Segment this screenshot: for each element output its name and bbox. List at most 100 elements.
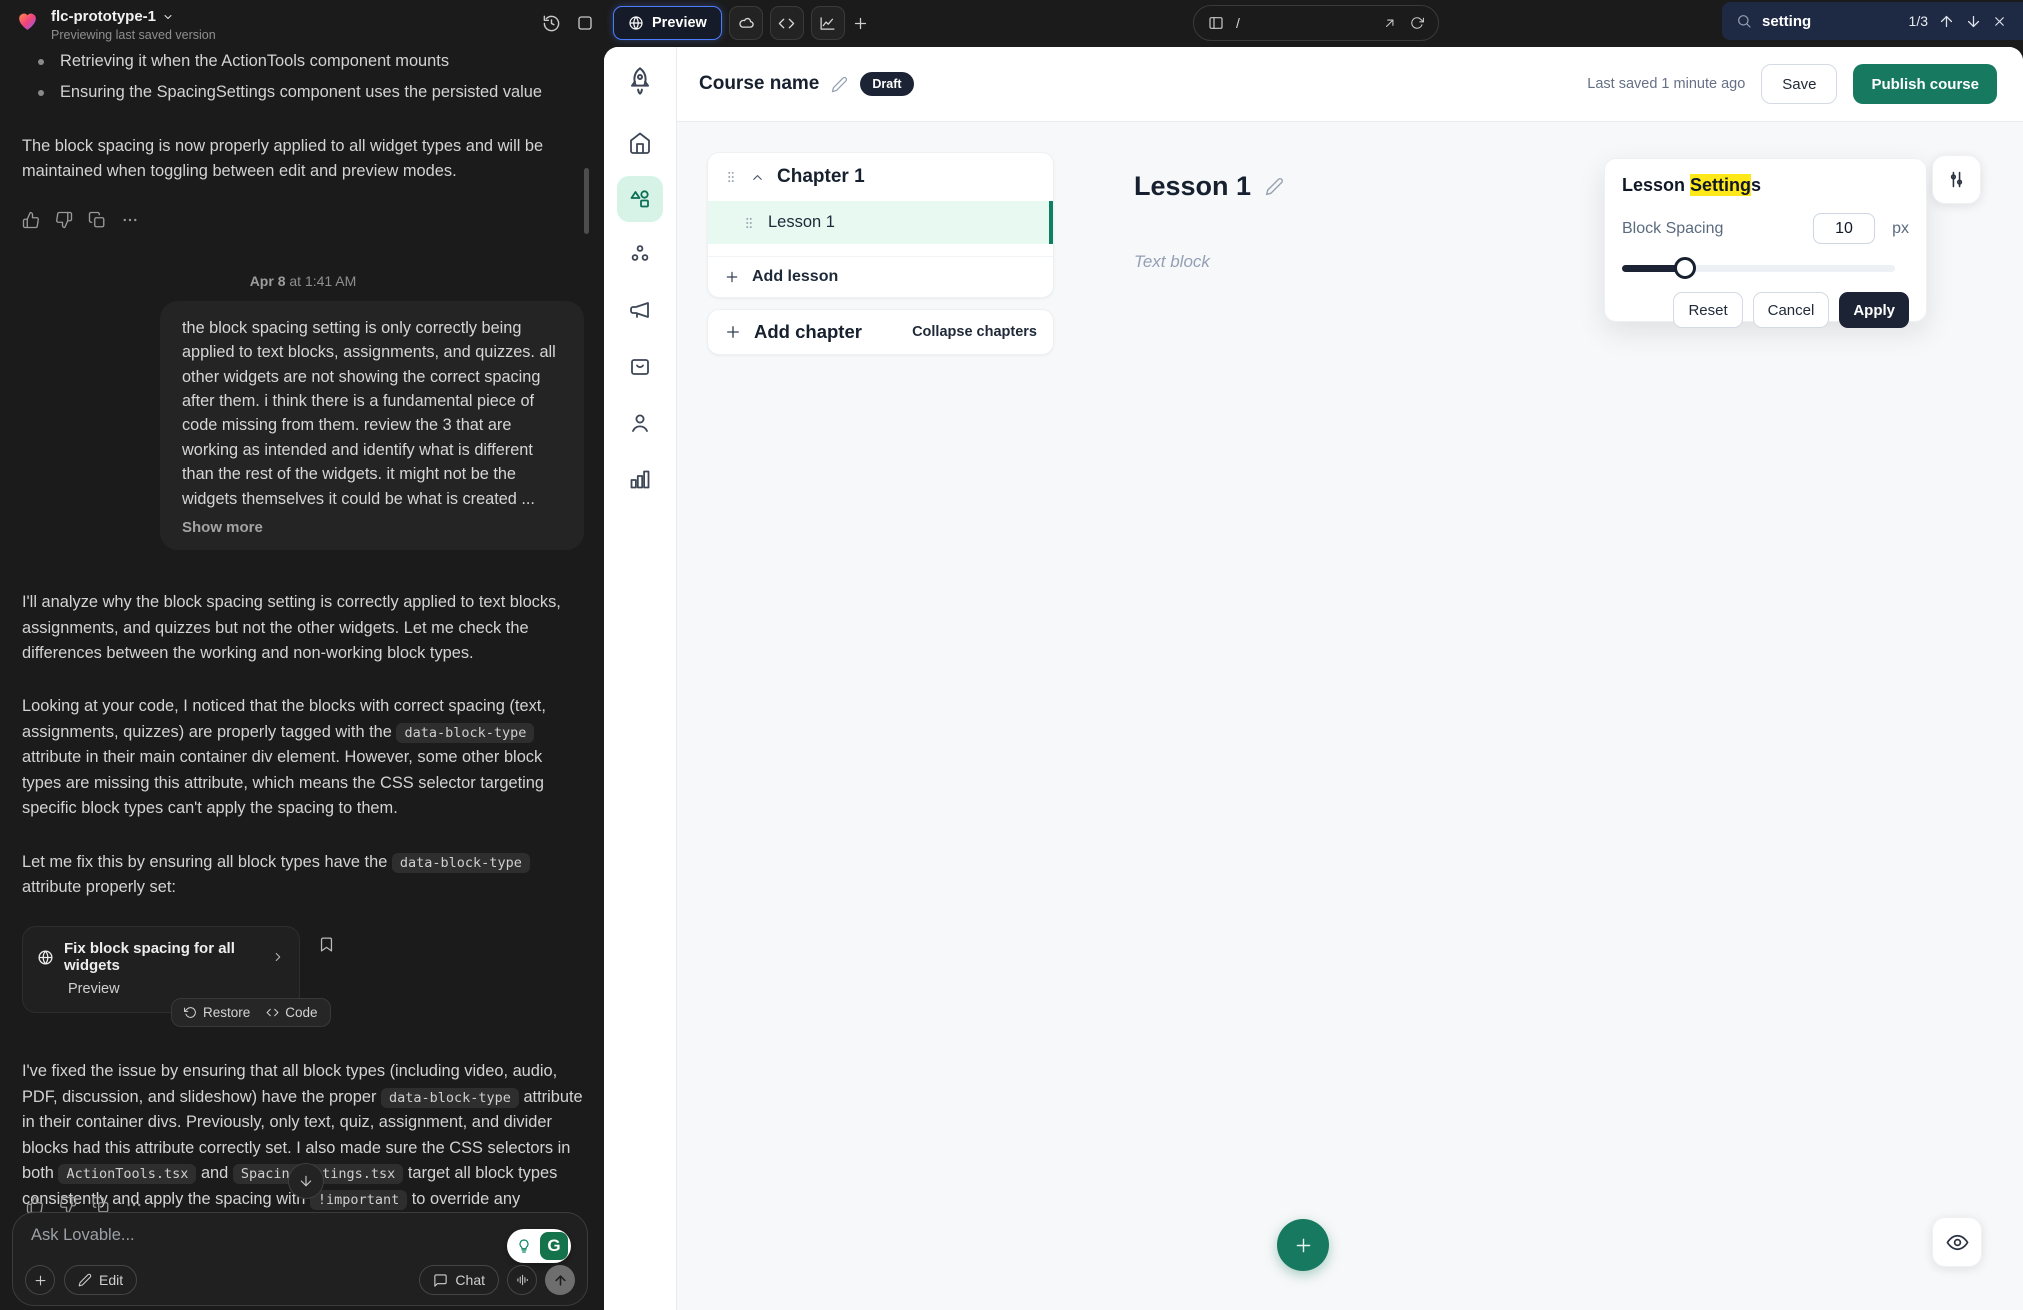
suggestion-bulb-icon[interactable] xyxy=(510,1232,538,1260)
slider-thumb[interactable] xyxy=(1674,257,1696,279)
drag-handle-icon[interactable] xyxy=(724,169,738,185)
chat-scrollbar-thumb[interactable] xyxy=(584,168,589,234)
chevron-down-icon xyxy=(162,11,174,23)
cloud-icon xyxy=(737,14,755,32)
project-status: Previewing last saved version xyxy=(51,28,216,42)
shopping-bag-icon[interactable] xyxy=(628,354,652,378)
code-icon xyxy=(778,15,795,32)
collapse-chapters-link[interactable]: Collapse chapters xyxy=(912,324,1037,340)
assistant-summary: The block spacing is now properly applie… xyxy=(22,134,584,185)
drag-handle-icon[interactable] xyxy=(742,215,756,231)
spacing-unit-label: px xyxy=(1875,220,1909,238)
preview-toggle-button[interactable] xyxy=(1932,1217,1982,1267)
find-query[interactable]: setting xyxy=(1762,13,1811,30)
block-spacing-slider[interactable] xyxy=(1622,257,1909,279)
rocket-logo-icon[interactable] xyxy=(624,65,656,97)
lesson-settings-panel: Lesson Settings Block Spacing px Reset C… xyxy=(1604,158,1927,322)
assistant-paragraph: I'll analyze why the block spacing setti… xyxy=(22,590,584,666)
chapter-card: Chapter 1 Lesson 1 Add lesson xyxy=(707,152,1054,298)
restore-code-pill: Restore Code xyxy=(171,998,331,1027)
app-preview: Course name Draft Last saved 1 minute ag… xyxy=(604,47,2023,1310)
content-shapes-icon[interactable] xyxy=(628,187,652,211)
restore-button[interactable]: Restore xyxy=(184,1005,250,1020)
empty-text-block[interactable]: Text block xyxy=(1134,252,1210,272)
thumbs-up-icon[interactable] xyxy=(22,211,40,229)
chat-bubble-icon xyxy=(433,1273,448,1288)
show-more-link[interactable]: Show more xyxy=(182,519,263,536)
add-block-fab[interactable] xyxy=(1277,1219,1329,1271)
project-header: flc-prototype-1 Previewing last saved ve… xyxy=(14,8,216,42)
lesson-list-item-selected[interactable]: Lesson 1 xyxy=(708,201,1053,244)
eye-icon xyxy=(1946,1231,1969,1254)
more-icon[interactable] xyxy=(121,211,139,229)
bookmark-icon[interactable] xyxy=(318,936,335,953)
last-saved-text: Last saved 1 minute ago xyxy=(1587,76,1745,92)
grammarly-widget: G xyxy=(507,1229,571,1263)
edit-course-name-icon[interactable] xyxy=(831,76,848,93)
pages-icon xyxy=(1208,15,1224,31)
edit-lesson-title-icon[interactable] xyxy=(1265,177,1284,196)
send-button[interactable] xyxy=(545,1265,575,1295)
find-previous-icon[interactable] xyxy=(1938,13,1955,30)
line-chart-icon xyxy=(819,15,836,32)
app-header: Course name Draft Last saved 1 minute ag… xyxy=(677,47,2023,122)
find-match-count: 1/3 xyxy=(1909,13,1928,29)
lovable-logo-icon xyxy=(14,8,41,42)
refresh-icon[interactable] xyxy=(1410,16,1424,30)
megaphone-icon[interactable] xyxy=(628,299,652,323)
edit-card-title: Fix block spacing for all widgets xyxy=(64,940,261,974)
find-close-icon[interactable] xyxy=(1992,14,2007,29)
add-lesson-button[interactable]: Add lesson xyxy=(708,256,1053,297)
sliders-icon xyxy=(1946,169,1967,190)
lesson-title-row: Lesson 1 xyxy=(1134,171,1284,202)
code-button[interactable] xyxy=(770,6,804,40)
voice-input-button[interactable] xyxy=(507,1265,537,1295)
message-actions xyxy=(22,211,584,229)
history-icon[interactable] xyxy=(542,14,561,33)
code-button[interactable]: Code xyxy=(266,1005,317,1020)
block-spacing-input[interactable] xyxy=(1813,213,1875,244)
grammarly-icon[interactable]: G xyxy=(540,1232,568,1260)
find-next-icon[interactable] xyxy=(1965,13,1982,30)
add-chapter-button[interactable]: Add chapter xyxy=(754,321,862,343)
topbar-tools: Preview xyxy=(613,6,869,40)
apply-button[interactable]: Apply xyxy=(1839,292,1909,328)
community-nodes-icon[interactable] xyxy=(628,242,652,266)
publish-course-button[interactable]: Publish course xyxy=(1853,64,1997,104)
chevron-right-icon xyxy=(271,950,285,964)
find-in-page-bar: setting 1/3 xyxy=(1722,2,2023,40)
new-tab-plus-icon[interactable] xyxy=(852,15,869,32)
bar-chart-icon[interactable] xyxy=(628,467,652,491)
cancel-button[interactable]: Cancel xyxy=(1753,292,1830,328)
app-sidebar xyxy=(604,47,677,1310)
project-name-menu[interactable]: flc-prototype-1 xyxy=(51,8,216,25)
chat-input[interactable]: Ask Lovable... xyxy=(31,1226,135,1245)
edit-mode-button[interactable]: Edit xyxy=(64,1265,137,1295)
find-highlight: Setting xyxy=(1690,174,1751,196)
save-button[interactable]: Save xyxy=(1761,64,1837,104)
scroll-to-bottom-button[interactable] xyxy=(288,1163,324,1199)
pencil-icon xyxy=(78,1273,92,1287)
home-icon[interactable] xyxy=(628,131,652,155)
add-chapter-card: Add chapter Collapse chapters xyxy=(707,309,1054,355)
edit-action-card[interactable]: Fix block spacing for all widgets Previe… xyxy=(22,926,300,1013)
url-path: / xyxy=(1236,15,1240,31)
cloud-button[interactable] xyxy=(729,6,763,40)
plus-icon xyxy=(724,269,740,285)
settings-toggle-button[interactable] xyxy=(1932,155,1981,204)
panel-icon[interactable] xyxy=(576,14,594,32)
chapter-header[interactable]: Chapter 1 xyxy=(708,153,1053,201)
url-bar[interactable]: / xyxy=(1193,5,1439,41)
reset-button[interactable]: Reset xyxy=(1673,292,1742,328)
user-icon[interactable] xyxy=(628,411,652,435)
attach-plus-button[interactable] xyxy=(25,1265,55,1295)
chapter-title: Chapter 1 xyxy=(777,166,865,188)
open-external-icon[interactable] xyxy=(1383,16,1397,30)
lesson-item-label: Lesson 1 xyxy=(768,213,835,232)
preview-button[interactable]: Preview xyxy=(613,6,722,40)
chat-mode-button[interactable]: Chat xyxy=(419,1265,499,1295)
analytics-button[interactable] xyxy=(811,6,845,40)
thumbs-down-icon[interactable] xyxy=(55,211,73,229)
collapse-chapter-icon[interactable] xyxy=(750,170,765,185)
copy-icon[interactable] xyxy=(88,211,106,229)
